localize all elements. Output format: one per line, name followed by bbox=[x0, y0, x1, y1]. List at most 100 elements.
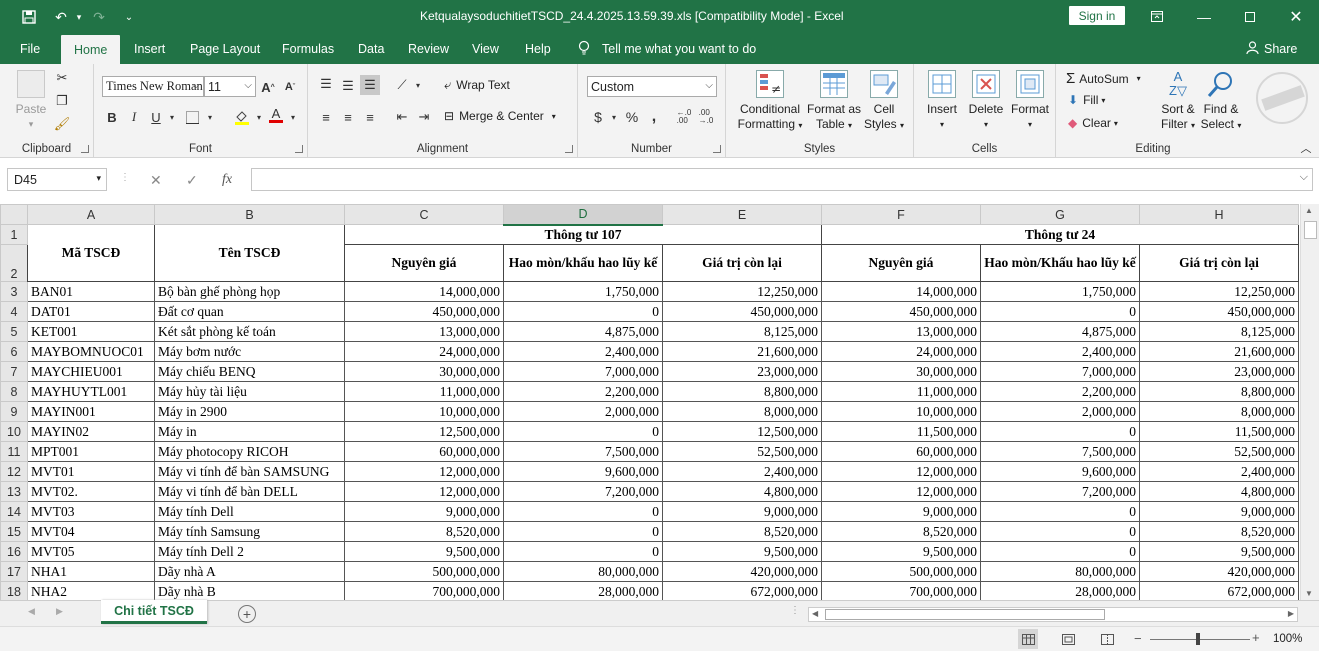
clear-button[interactable]: ◆ Clear ▾ bbox=[1068, 116, 1118, 130]
row-header[interactable]: 3 bbox=[0, 281, 28, 302]
cell-c[interactable]: 10,000,000 bbox=[344, 401, 504, 422]
cell-b[interactable]: Máy hủy tài liệu bbox=[154, 381, 345, 402]
cell-c[interactable]: 11,000,000 bbox=[344, 381, 504, 402]
cell-f[interactable]: 12,000,000 bbox=[821, 461, 981, 482]
align-center-icon[interactable]: ≡ bbox=[338, 107, 358, 127]
row-header[interactable]: 8 bbox=[0, 381, 28, 402]
cell-f[interactable]: 10,000,000 bbox=[821, 401, 981, 422]
cell-f[interactable]: 14,000,000 bbox=[821, 281, 981, 302]
collapse-ribbon-icon[interactable]: ︿ bbox=[1296, 138, 1316, 158]
cell-d[interactable]: 0 bbox=[503, 541, 663, 562]
underline-dropdown-icon[interactable]: ▾ bbox=[162, 107, 182, 127]
increase-indent-icon[interactable]: ⇥ bbox=[414, 107, 434, 127]
borders-dropdown-icon[interactable]: ▾ bbox=[200, 107, 220, 127]
column-header-f[interactable]: F bbox=[821, 204, 981, 225]
cell-h[interactable]: 420,000,000 bbox=[1139, 561, 1299, 582]
decrease-decimal-icon[interactable]: .00 →.0 bbox=[696, 107, 716, 127]
normal-view-icon[interactable] bbox=[1018, 629, 1038, 649]
cell-g[interactable]: 1,750,000 bbox=[980, 281, 1140, 302]
percent-style-icon[interactable]: % bbox=[622, 107, 642, 127]
header-ma-tscd[interactable]: Mã TSCĐ bbox=[27, 224, 155, 282]
font-launcher-icon[interactable] bbox=[295, 145, 303, 153]
close-icon[interactable]: ✕ bbox=[1273, 0, 1319, 33]
row-header[interactable]: 17 bbox=[0, 561, 28, 582]
ribbon-display-options-icon[interactable] bbox=[1134, 0, 1180, 33]
cell-h[interactable]: 52,500,000 bbox=[1139, 441, 1299, 462]
cell-e[interactable]: 450,000,000 bbox=[662, 301, 822, 322]
delete-cells-button[interactable]: Delete ▾ bbox=[964, 70, 1008, 132]
sign-in-button[interactable]: Sign in bbox=[1069, 6, 1125, 25]
cell-b[interactable]: Két sắt phòng kế toán bbox=[154, 321, 345, 342]
row-header[interactable]: 14 bbox=[0, 501, 28, 522]
column-header-b[interactable]: B bbox=[154, 204, 345, 225]
vertical-scrollbar[interactable]: ▲ ▼ bbox=[1300, 204, 1319, 600]
cell-g[interactable]: 7,000,000 bbox=[980, 361, 1140, 382]
row-header[interactable]: 4 bbox=[0, 301, 28, 322]
cell-b[interactable]: Máy bơm nước bbox=[154, 341, 345, 362]
select-all-corner[interactable] bbox=[0, 204, 28, 225]
increase-font-size-icon[interactable]: A ^ bbox=[258, 77, 278, 97]
cell-b[interactable]: Máy tính Dell bbox=[154, 501, 345, 522]
align-left-icon[interactable]: ≡ bbox=[316, 107, 336, 127]
cell-b[interactable]: Máy in bbox=[154, 421, 345, 442]
cell-e[interactable]: 52,500,000 bbox=[662, 441, 822, 462]
scroll-sheets-left-icon[interactable]: ◀ bbox=[28, 606, 35, 617]
cut-icon[interactable]: ✂ bbox=[52, 68, 72, 88]
page-break-preview-icon[interactable] bbox=[1097, 629, 1117, 649]
cell-d[interactable]: 0 bbox=[503, 501, 663, 522]
cell-d[interactable]: 7,000,000 bbox=[503, 361, 663, 382]
cell-c[interactable]: 12,000,000 bbox=[344, 481, 504, 502]
cell-f[interactable]: 9,500,000 bbox=[821, 541, 981, 562]
header-nguyen-gia-24[interactable]: Nguyên giá bbox=[821, 244, 981, 282]
cell-e[interactable]: 672,000,000 bbox=[662, 581, 822, 600]
maximize-icon[interactable] bbox=[1227, 0, 1273, 33]
cell-c[interactable]: 24,000,000 bbox=[344, 341, 504, 362]
undo-dropdown-icon[interactable]: ▾ bbox=[68, 6, 90, 28]
cell-e[interactable]: 9,500,000 bbox=[662, 541, 822, 562]
cell-a[interactable]: MAYCHIEU001 bbox=[27, 361, 155, 382]
row-header[interactable]: 11 bbox=[0, 441, 28, 462]
cell-g[interactable]: 4,875,000 bbox=[980, 321, 1140, 342]
column-header-h[interactable]: H bbox=[1139, 204, 1299, 225]
cell-g[interactable]: 7,500,000 bbox=[980, 441, 1140, 462]
scroll-right-icon[interactable]: ▶ bbox=[1288, 609, 1294, 618]
cell-g[interactable]: 0 bbox=[980, 501, 1140, 522]
merge-center-button[interactable]: ⊟ Merge & Center ▾ bbox=[444, 109, 556, 123]
cell-d[interactable]: 0 bbox=[503, 421, 663, 442]
tab-split-grip-icon[interactable]: ⋮ bbox=[790, 605, 800, 616]
row-header[interactable]: 15 bbox=[0, 521, 28, 542]
cell-h[interactable]: 12,250,000 bbox=[1139, 281, 1299, 302]
cell-d[interactable]: 1,750,000 bbox=[503, 281, 663, 302]
cell-h[interactable]: 8,520,000 bbox=[1139, 521, 1299, 542]
zoom-out-icon[interactable]: − bbox=[1134, 631, 1142, 646]
cell-d[interactable]: 80,000,000 bbox=[503, 561, 663, 582]
number-launcher-icon[interactable] bbox=[713, 145, 721, 153]
cell-d[interactable]: 7,500,000 bbox=[503, 441, 663, 462]
cell-g[interactable]: 0 bbox=[980, 541, 1140, 562]
new-sheet-icon[interactable]: + bbox=[238, 605, 256, 623]
horizontal-scrollbar[interactable]: ◀ ▶ bbox=[808, 607, 1298, 622]
cell-c[interactable]: 8,520,000 bbox=[344, 521, 504, 542]
scroll-left-icon[interactable]: ◀ bbox=[812, 609, 818, 618]
tab-help[interactable]: Help bbox=[525, 33, 551, 64]
row-header[interactable]: 2 bbox=[0, 244, 28, 282]
row-header[interactable]: 1 bbox=[0, 224, 28, 245]
cell-h[interactable]: 2,400,000 bbox=[1139, 461, 1299, 482]
header-hao-mon-107[interactable]: Hao mòn/khấu hao lũy kế bbox=[503, 244, 663, 282]
cell-h[interactable]: 8,125,000 bbox=[1139, 321, 1299, 342]
cell-b[interactable]: Đất cơ quan bbox=[154, 301, 345, 322]
cell-e[interactable]: 2,400,000 bbox=[662, 461, 822, 482]
cell-d[interactable]: 7,200,000 bbox=[503, 481, 663, 502]
sheet-tab-chi-tiet-tscd[interactable]: Chi tiết TSCĐ bbox=[101, 600, 207, 624]
cell-g[interactable]: 0 bbox=[980, 521, 1140, 542]
cell-g[interactable]: 2,000,000 bbox=[980, 401, 1140, 422]
cell-d[interactable]: 2,000,000 bbox=[503, 401, 663, 422]
cell-h[interactable]: 8,800,000 bbox=[1139, 381, 1299, 402]
cell-f[interactable]: 8,520,000 bbox=[821, 521, 981, 542]
horizontal-scroll-thumb[interactable] bbox=[825, 609, 1105, 620]
row-header[interactable]: 6 bbox=[0, 341, 28, 362]
confirm-entry-icon[interactable]: ✓ bbox=[186, 172, 198, 189]
tab-home[interactable]: Home bbox=[61, 35, 121, 64]
column-header-g[interactable]: G bbox=[980, 204, 1140, 225]
tab-page-layout[interactable]: Page Layout bbox=[190, 33, 260, 64]
